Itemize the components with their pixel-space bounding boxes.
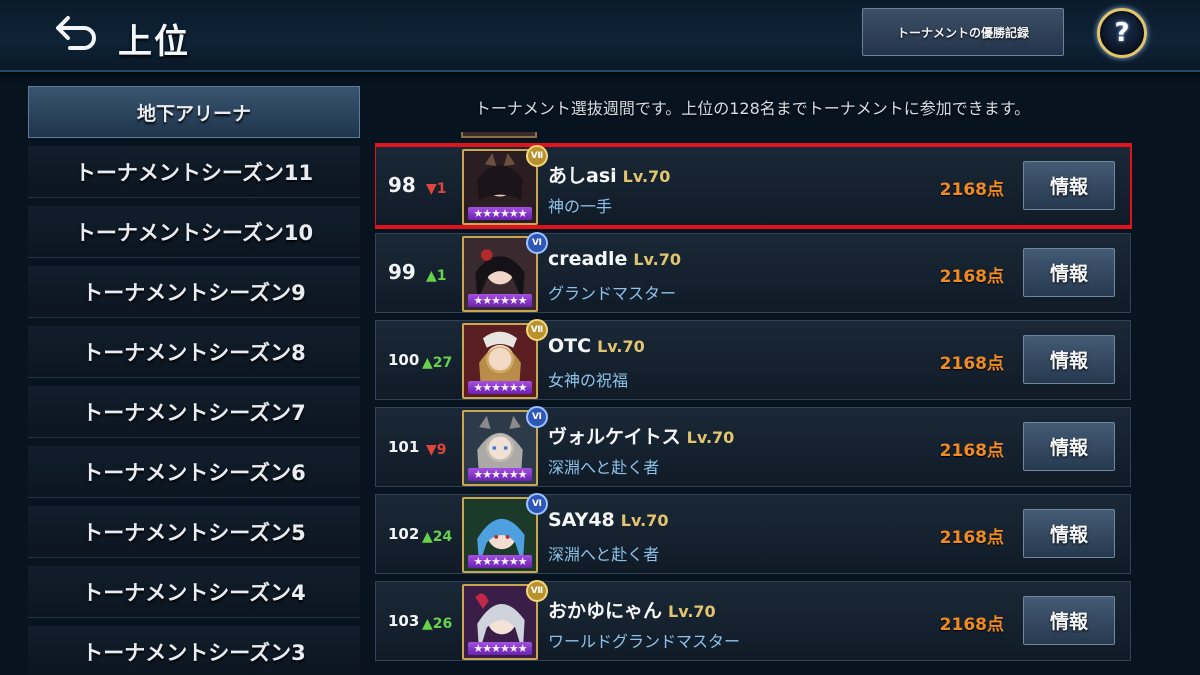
sidebar-item-season-4[interactable]: トーナメントシーズン4 <box>28 566 360 618</box>
player-level: Lv.70 <box>622 167 671 186</box>
player-title: 神の一手 <box>548 197 613 216</box>
sidebar-item-season-6[interactable]: トーナメントシーズン6 <box>28 446 360 498</box>
player-name: おかゆにゃん <box>548 600 663 622</box>
tournament-history-button[interactable]: トーナメントの優勝記録 <box>862 8 1064 56</box>
rank-number: 98 <box>388 173 416 197</box>
player-name: OTC <box>548 335 592 357</box>
sidebar-item-season-3[interactable]: トーナメントシーズン3 <box>28 626 360 675</box>
rank-number: 102 <box>388 525 420 543</box>
rarity-stars: ★★★★★★ <box>468 294 532 307</box>
help-button[interactable]: ? <box>1097 8 1147 58</box>
player-title: 深淵へと赴く者 <box>548 545 660 564</box>
partial-portrait <box>461 132 537 138</box>
ranking-row[interactable]: 103 ▲26 ★★★★★★ Ⅶ おかゆにゃん Lv.70 ワールドグランドマスタ… <box>375 580 1131 661</box>
rank-number: 100 <box>388 351 420 369</box>
rank-tier-badge: Ⅵ <box>526 406 548 428</box>
page-title: 上位 <box>118 22 190 62</box>
player-name-row: OTC Lv.70 <box>548 335 645 357</box>
player-name-row: ヴォルケイトス Lv.70 <box>548 422 734 449</box>
rank-number: 103 <box>388 612 420 630</box>
sidebar: 地下アリーナ トーナメントシーズン11 トーナメントシーズン10 トーナメントシ… <box>0 86 362 675</box>
ranking-list[interactable]: 98 ▼1 ★★★★★★ Ⅶ あしasi Lv.70 神の一手 2168点 情報 … <box>375 132 1132 675</box>
player-points: 2168点 <box>939 528 1004 548</box>
player-level: Lv.70 <box>633 250 682 269</box>
sidebar-item-underground-arena[interactable]: 地下アリーナ <box>28 86 360 138</box>
top-bar: 上位 トーナメントの優勝記録 ? <box>0 0 1200 72</box>
player-title: グランドマスター <box>548 284 677 303</box>
player-name-row: あしasi Lv.70 <box>548 161 670 188</box>
back-arrow-icon <box>56 16 96 50</box>
player-name: ヴォルケイトス <box>548 426 681 448</box>
rank-tier-badge: Ⅶ <box>526 145 548 167</box>
sidebar-item-season-8[interactable]: トーナメントシーズン8 <box>28 326 360 378</box>
player-name: creadle <box>548 248 628 270</box>
info-button[interactable]: 情報 <box>1023 161 1115 210</box>
player-title: ワールドグランドマスター <box>548 632 741 651</box>
info-button[interactable]: 情報 <box>1023 335 1115 384</box>
rank-tier-badge: Ⅵ <box>526 493 548 515</box>
sidebar-item-season-5[interactable]: トーナメントシーズン5 <box>28 506 360 558</box>
rarity-stars: ★★★★★★ <box>468 555 532 568</box>
info-button[interactable]: 情報 <box>1023 422 1115 471</box>
player-title: 深淵へと赴く者 <box>548 458 660 477</box>
rank-change-up: ▲26 <box>422 616 453 632</box>
info-button[interactable]: 情報 <box>1023 509 1115 558</box>
tournament-notice: トーナメント選抜週間です。上位の128名までトーナメントに参加できます。 <box>474 99 1031 118</box>
rarity-stars: ★★★★★★ <box>468 468 532 481</box>
player-name-row: おかゆにゃん Lv.70 <box>548 596 716 623</box>
player-level: Lv.70 <box>686 428 735 447</box>
sidebar-item-season-7[interactable]: トーナメントシーズン7 <box>28 386 360 438</box>
rank-number: 101 <box>388 438 420 456</box>
info-button[interactable]: 情報 <box>1023 596 1115 645</box>
sidebar-item-season-10[interactable]: トーナメントシーズン10 <box>28 206 360 258</box>
ranking-row[interactable]: 98 ▼1 ★★★★★★ Ⅶ あしasi Lv.70 神の一手 2168点 情報 <box>375 143 1132 229</box>
player-points: 2168点 <box>939 615 1004 635</box>
player-title: 女神の祝福 <box>548 371 629 390</box>
player-name-row: SAY48 Lv.70 <box>548 509 668 531</box>
rank-change-down: ▼1 <box>426 181 447 197</box>
rank-tier-badge: Ⅶ <box>526 319 548 341</box>
rarity-stars: ★★★★★★ <box>468 207 532 220</box>
sidebar-item-season-9[interactable]: トーナメントシーズン9 <box>28 266 360 318</box>
ranking-row[interactable]: 100 ▲27 ★★★★★★ Ⅶ OTC Lv.70 女神の祝福 2168点 情報 <box>375 319 1131 400</box>
rarity-stars: ★★★★★★ <box>468 642 532 655</box>
player-points: 2168点 <box>939 180 1004 200</box>
player-name: あしasi <box>548 165 617 187</box>
rank-tier-badge: Ⅶ <box>526 580 548 602</box>
player-name: SAY48 <box>548 509 615 531</box>
player-points: 2168点 <box>939 441 1004 461</box>
player-points: 2168点 <box>939 354 1004 374</box>
player-level: Lv.70 <box>597 337 645 356</box>
rank-change-down: ▼9 <box>426 442 447 458</box>
player-level: Lv.70 <box>620 511 669 530</box>
help-icon: ? <box>1114 18 1130 48</box>
player-name-row: creadle Lv.70 <box>548 248 681 270</box>
rank-number: 99 <box>388 260 416 284</box>
ranking-row[interactable]: 99 ▲1 ★★★★★★ Ⅵ creadle Lv.70 グランドマスター 216… <box>375 232 1131 313</box>
rank-change-up: ▲24 <box>422 529 453 545</box>
player-level: Lv.70 <box>668 602 716 621</box>
rarity-stars: ★★★★★★ <box>468 381 532 394</box>
rank-change-up: ▲27 <box>422 355 453 371</box>
rank-tier-badge: Ⅵ <box>526 232 548 254</box>
info-button[interactable]: 情報 <box>1023 248 1115 297</box>
rank-change-up: ▲1 <box>426 268 447 284</box>
ranking-row[interactable]: 101 ▼9 ★★★★★★ Ⅵ ヴォルケイトス Lv.70 深淵へと赴く者 216… <box>375 406 1131 487</box>
sidebar-item-season-11[interactable]: トーナメントシーズン11 <box>28 146 360 198</box>
back-button[interactable] <box>52 12 108 56</box>
player-points: 2168点 <box>939 267 1004 287</box>
ranking-row[interactable]: 102 ▲24 ★★★★★★ Ⅵ SAY48 Lv.70 深淵へと赴く者 2168… <box>375 493 1131 574</box>
